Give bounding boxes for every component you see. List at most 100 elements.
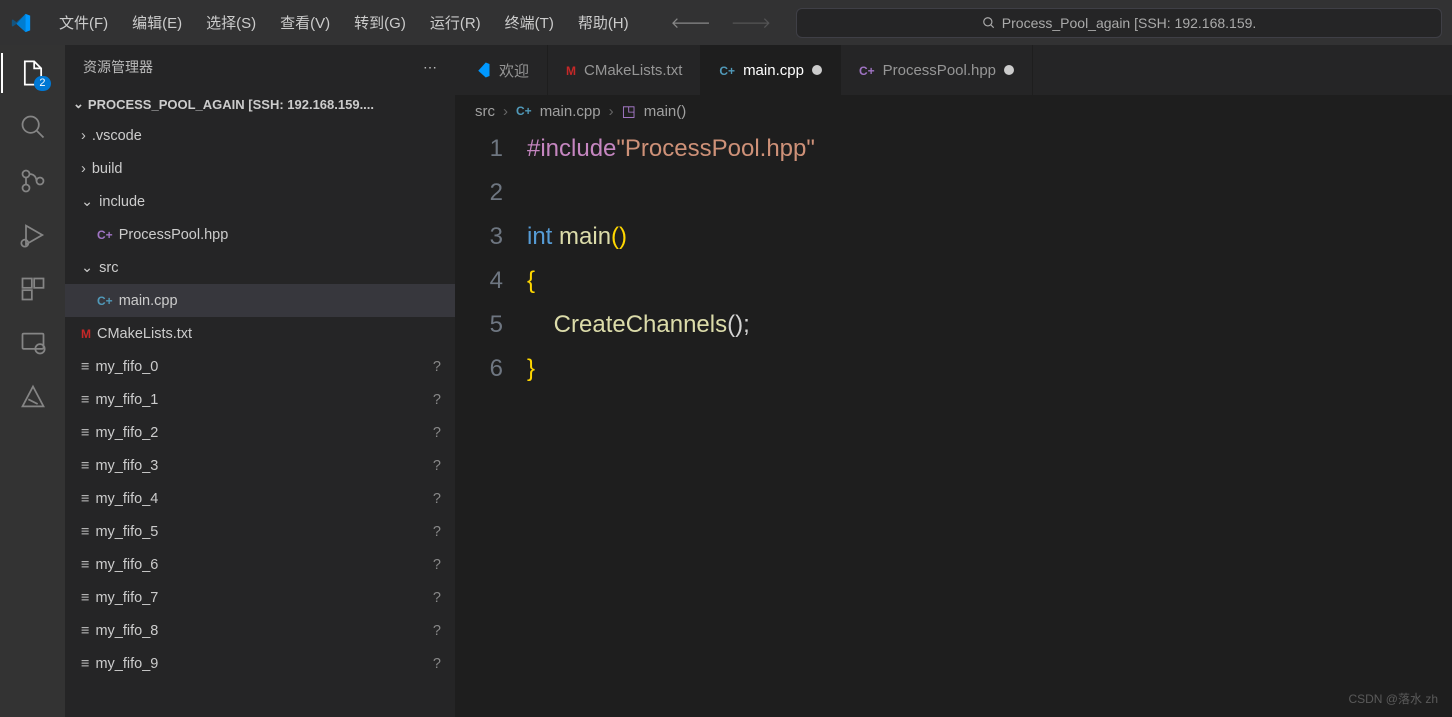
tab-label: 欢迎 xyxy=(499,60,529,81)
chevron-right-icon: › xyxy=(609,103,614,120)
activity-debug-icon[interactable] xyxy=(17,219,49,251)
hpp-file-icon: C+ xyxy=(97,228,113,242)
tree-item[interactable]: ≡my_fifo_6? xyxy=(65,548,455,581)
watermark: CSDN @落水 zh xyxy=(1348,690,1438,707)
symbol-icon: ◳ xyxy=(622,102,636,120)
nav-forward-icon[interactable]: 🡒 xyxy=(731,13,771,32)
file-icon: ≡ xyxy=(81,590,89,606)
search-placeholder: Process_Pool_again [SSH: 192.168.159. xyxy=(1002,15,1257,31)
tree-item-label: my_fifo_1 xyxy=(95,392,426,408)
activity-extensions-icon[interactable] xyxy=(17,273,49,305)
editor-tab[interactable]: 欢迎 xyxy=(455,45,548,95)
explorer-badge: 2 xyxy=(34,76,50,91)
code-content[interactable]: #include"ProcessPool.hpp" int main() { C… xyxy=(527,127,1452,717)
activity-explorer-icon[interactable]: 2 xyxy=(17,57,49,89)
tree-item-label: include xyxy=(99,194,455,210)
chevron-down-icon: ⌄ xyxy=(81,260,93,276)
tree-item[interactable]: ⌄ src xyxy=(65,251,455,284)
activity-bar: 2 xyxy=(0,45,65,717)
explorer-more-icon[interactable]: ⋯ xyxy=(423,59,437,76)
code-editor[interactable]: 123456 #include"ProcessPool.hpp" int mai… xyxy=(455,127,1452,717)
tree-item-label: ProcessPool.hpp xyxy=(119,227,455,243)
cpp-file-icon: C+ xyxy=(97,294,113,308)
activity-search-icon[interactable] xyxy=(17,111,49,143)
scm-status: ? xyxy=(433,524,441,540)
scm-status: ? xyxy=(433,557,441,573)
tree-item-label: my_fifo_5 xyxy=(95,524,426,540)
file-icon: ≡ xyxy=(81,359,89,375)
tab-icon xyxy=(473,61,491,79)
tree-item[interactable]: ≡my_fifo_9? xyxy=(65,647,455,680)
activity-remote-icon[interactable] xyxy=(17,327,49,359)
tree-item-label: build xyxy=(92,161,455,177)
tree-item-label: my_fifo_0 xyxy=(95,359,426,375)
tree-item[interactable]: C+ ProcessPool.hpp xyxy=(65,218,455,251)
activity-scm-icon[interactable] xyxy=(17,165,49,197)
command-center-search[interactable]: Process_Pool_again [SSH: 192.168.159. xyxy=(796,8,1442,38)
scm-status: ? xyxy=(433,590,441,606)
search-icon xyxy=(982,16,996,30)
tree-item[interactable]: ⌄include xyxy=(65,185,455,218)
tree-item-label: my_fifo_9 xyxy=(95,656,426,672)
explorer-title: 资源管理器 xyxy=(83,57,153,77)
file-icon: ≡ xyxy=(81,656,89,672)
file-icon: ≡ xyxy=(81,623,89,639)
tree-item-label: my_fifo_6 xyxy=(95,557,426,573)
tab-icon: C+ xyxy=(859,62,875,79)
tree-item-label: src xyxy=(99,260,455,276)
tree-item[interactable]: ≡my_fifo_3? xyxy=(65,449,455,482)
menu-goto[interactable]: 转到(G) xyxy=(342,0,418,45)
tree-item-label: CMakeLists.txt xyxy=(97,326,455,342)
tab-icon: M xyxy=(566,62,576,79)
scm-status: ? xyxy=(433,425,441,441)
file-icon: ≡ xyxy=(81,524,89,540)
tree-item-label: my_fifo_7 xyxy=(95,590,426,606)
tab-label: CMakeLists.txt xyxy=(584,62,682,79)
tree-item[interactable]: ›.vscode xyxy=(65,119,455,152)
tree-item-label: my_fifo_8 xyxy=(95,623,426,639)
cmake-file-icon: M xyxy=(81,327,91,341)
project-header[interactable]: ⌄ PROCESS_POOL_AGAIN [SSH: 192.168.159..… xyxy=(65,89,455,119)
tree-item[interactable]: ≡ my_fifo_7? xyxy=(65,581,455,614)
breadcrumb[interactable]: src › C+ main.cpp › ◳ main() xyxy=(455,95,1452,127)
menu-file[interactable]: 文件(F) xyxy=(47,0,120,45)
tree-item[interactable]: ≡my_fifo_1? xyxy=(65,383,455,416)
menu-help[interactable]: 帮助(H) xyxy=(566,0,641,45)
tree-item[interactable]: ≡ my_fifo_5? xyxy=(65,515,455,548)
nav-back-icon[interactable]: 🡐 xyxy=(671,13,711,32)
vscode-logo-icon xyxy=(10,12,32,34)
scm-status: ? xyxy=(433,491,441,507)
tree-item[interactable]: ≡ my_fifo_8? xyxy=(65,614,455,647)
activity-cmake-icon[interactable] xyxy=(17,381,49,413)
tree-item[interactable]: C+ main.cpp xyxy=(65,284,455,317)
file-icon: ≡ xyxy=(81,458,89,474)
tree-item[interactable]: M CMakeLists.txt xyxy=(65,317,455,350)
editor-tab[interactable]: C+ main.cpp xyxy=(701,45,841,95)
menu-edit[interactable]: 编辑(E) xyxy=(120,0,194,45)
sidebar-explorer: 资源管理器 ⋯ ⌄ PROCESS_POOL_AGAIN [SSH: 192.1… xyxy=(65,45,455,717)
menu-terminal[interactable]: 终端(T) xyxy=(493,0,566,45)
editor-tab[interactable]: M CMakeLists.txt xyxy=(548,45,701,95)
menu-run[interactable]: 运行(R) xyxy=(418,0,493,45)
editor-tab[interactable]: C+ProcessPool.hpp xyxy=(841,45,1033,95)
menu-select[interactable]: 选择(S) xyxy=(194,0,268,45)
tree-item-label: .vscode xyxy=(92,128,455,144)
menu-view[interactable]: 查看(V) xyxy=(268,0,342,45)
tab-label: main.cpp xyxy=(743,62,804,79)
breadcrumb-symbol: main() xyxy=(644,103,687,120)
cpp-file-icon: C+ xyxy=(516,104,532,118)
tree-item-label: my_fifo_2 xyxy=(95,425,426,441)
tree-item[interactable]: ≡my_fifo_4? xyxy=(65,482,455,515)
breadcrumb-folder: src xyxy=(475,103,495,120)
scm-status: ? xyxy=(433,623,441,639)
tree-item[interactable]: ≡my_fifo_2? xyxy=(65,416,455,449)
dirty-indicator-icon xyxy=(1004,65,1014,75)
dirty-indicator-icon xyxy=(812,65,822,75)
tree-item[interactable]: ≡my_fifo_0? xyxy=(65,350,455,383)
tree-item[interactable]: ›build xyxy=(65,152,455,185)
file-tree: ›.vscode›build⌄includeC+ProcessPool.hpp⌄… xyxy=(65,119,455,717)
tree-item-label: main.cpp xyxy=(119,293,455,309)
tab-icon: C+ xyxy=(719,62,735,79)
file-icon: ≡ xyxy=(81,491,89,507)
file-icon: ≡ xyxy=(81,392,89,408)
